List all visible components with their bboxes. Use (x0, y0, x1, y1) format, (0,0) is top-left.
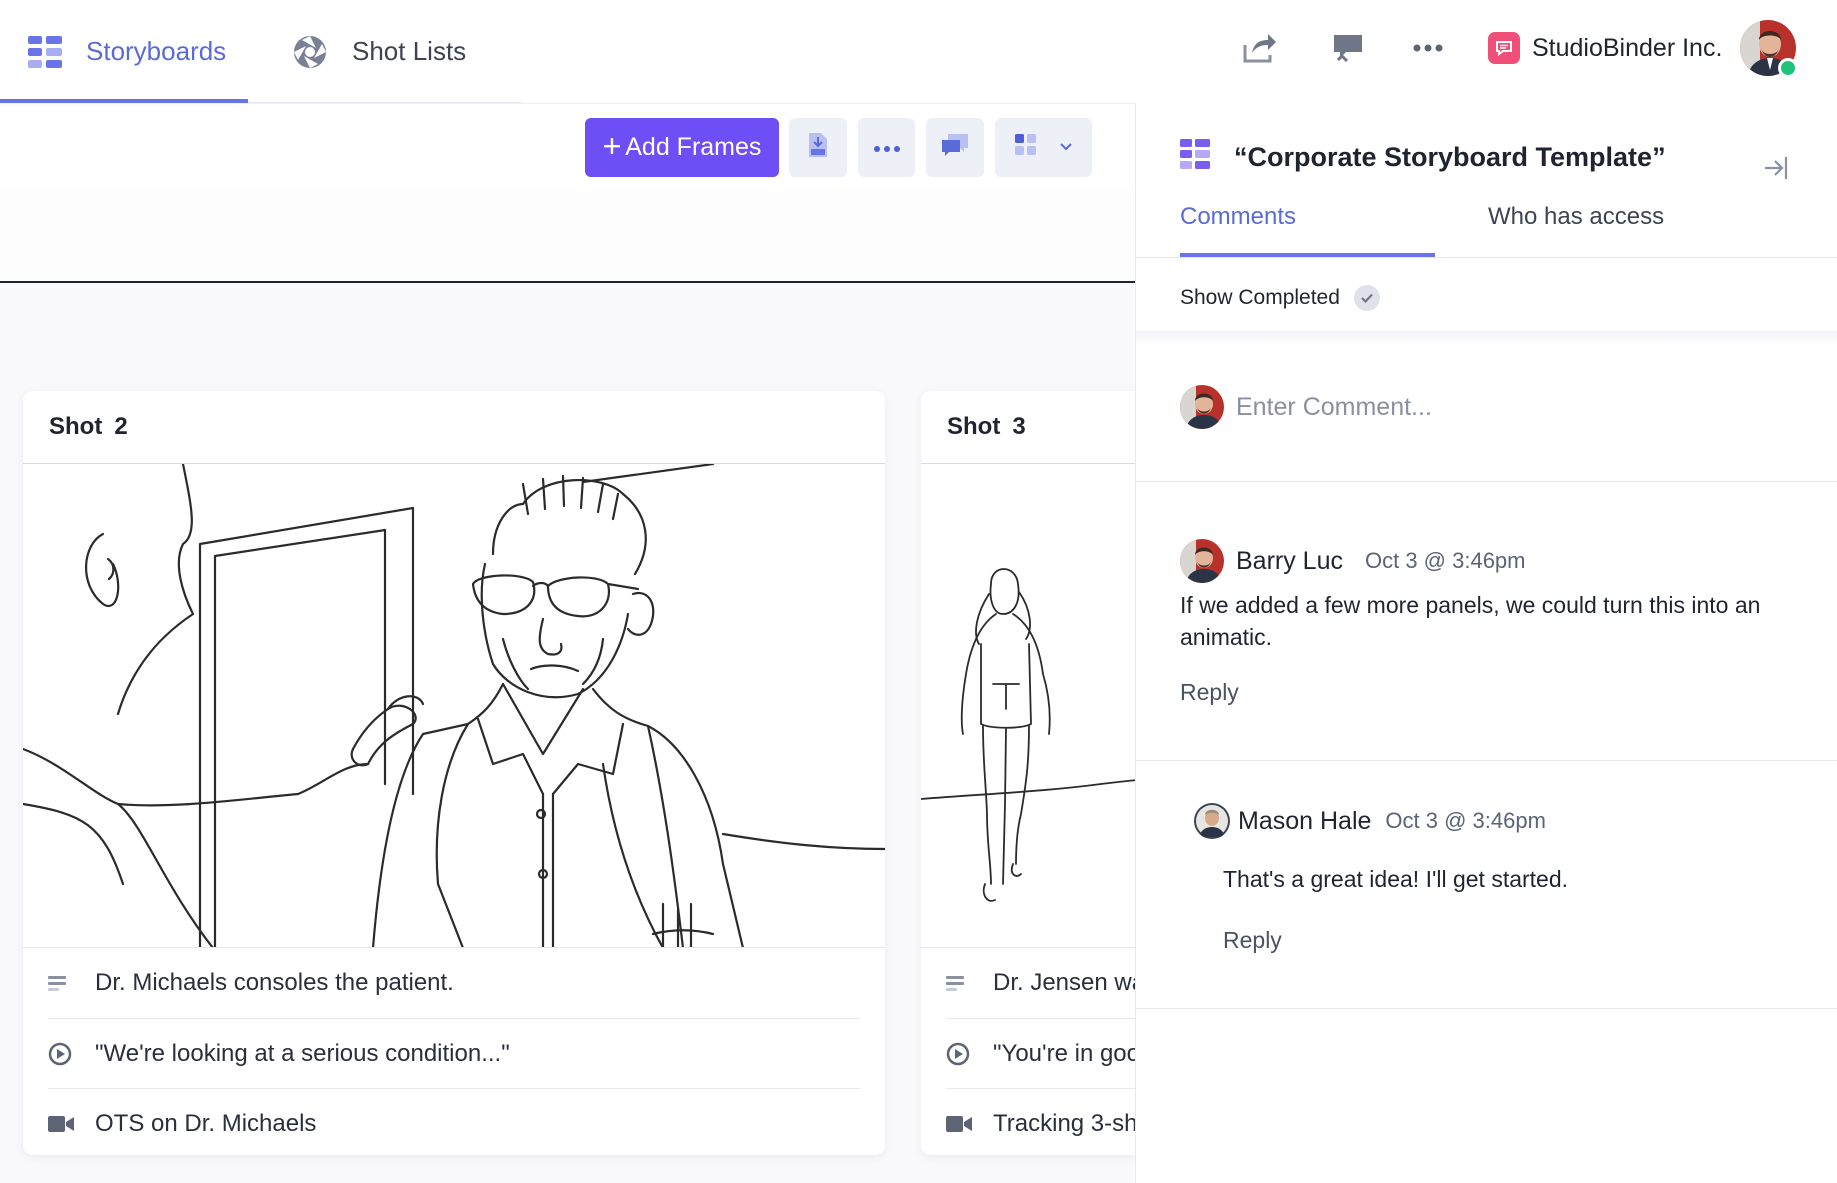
show-completed-toggle[interactable]: Show Completed (1180, 280, 1380, 316)
comment-timestamp: Oct 3 @ 3:46pm (1364, 548, 1526, 573)
shot-camera: OTS on Dr. Michaels (95, 1109, 317, 1137)
shot-label: Shot (49, 413, 103, 440)
comments-panel: “Corporate Storyboard Template” Comments… (1135, 103, 1837, 1183)
comments-icon (940, 132, 970, 163)
tab-who-has-access[interactable]: Who has access (1488, 203, 1664, 259)
tab-comments[interactable]: Comments (1180, 203, 1296, 259)
canvas-header-band (0, 191, 1137, 281)
tab-shot-lists-label: Shot Lists (352, 36, 467, 66)
shot-description: Dr. Jensen wa (993, 969, 1146, 996)
chevron-down-icon (1059, 139, 1073, 157)
shot-camera-row[interactable]: OTS on Dr. Michaels (48, 1088, 860, 1155)
comment-header: Mason Hale Oct 3 @ 3:46pm (1194, 803, 1546, 839)
shot-camera: Tracking 3-sh (993, 1109, 1138, 1137)
download-pdf-button[interactable] (789, 118, 847, 177)
top-navigation: Storyboards Shot Lists StudioBinder Inc. (0, 0, 1837, 103)
comment-timestamp: Oct 3 @ 3:46pm (1385, 808, 1546, 833)
online-status-indicator (1778, 58, 1798, 78)
reply-button[interactable]: Reply (1223, 927, 1282, 954)
share-icon[interactable] (1240, 28, 1280, 68)
comment-text: That's a great idea! I'll get started. (1223, 866, 1569, 892)
comment-composer (1180, 385, 1800, 429)
tab-shot-lists[interactable]: Shot Lists (292, 0, 466, 103)
composer-divider (1136, 481, 1837, 482)
shot-dialogue: "You're in goo (993, 1039, 1140, 1067)
play-icon (48, 1019, 72, 1089)
shot-dialogue: "We're looking at a serious condition...… (95, 1039, 510, 1067)
storyboard-name: “Corporate Storyboard Template” (1234, 142, 1666, 172)
comment-author: Barry Luc (1236, 546, 1343, 575)
comment-author: Mason Hale (1238, 806, 1372, 835)
reply-button[interactable]: Reply (1180, 679, 1239, 706)
collapse-panel-icon[interactable] (1761, 153, 1791, 183)
filter-shadow (1136, 331, 1837, 345)
panel-title: “Corporate Storyboard Template” (1180, 139, 1666, 176)
present-icon[interactable] (1328, 28, 1368, 68)
more-icon (873, 139, 900, 157)
camera-icon (48, 1089, 74, 1155)
camera-icon (946, 1089, 972, 1155)
tab-storyboards[interactable]: Storyboards (28, 0, 226, 103)
tab-who-has-access-label: Who has access (1488, 203, 1665, 230)
shot-description-row[interactable]: Dr. Michaels consoles the patient. (23, 948, 860, 1018)
tab-divider (1136, 257, 1837, 258)
avatar (1180, 385, 1224, 429)
org-name: StudioBinder Inc. (1532, 33, 1723, 62)
toolbar-more-button[interactable] (858, 118, 915, 177)
avatar[interactable] (1180, 539, 1224, 583)
storyboard-toolbar: + Add Frames (0, 103, 1135, 191)
section-divider (0, 281, 1137, 283)
shot-label: Shot (947, 413, 1001, 440)
comment-divider (1136, 760, 1837, 761)
more-icon[interactable] (1408, 28, 1448, 68)
tab-comments-label: Comments (1180, 203, 1297, 230)
shot-header: Shot 2 (23, 391, 885, 464)
tab-storyboards-label: Storyboards (86, 36, 227, 66)
storyboard-grid-icon (28, 35, 62, 68)
comment-input[interactable] (1236, 392, 1736, 422)
comment-divider (1136, 1008, 1837, 1009)
check-icon (1353, 285, 1380, 311)
add-frames-label: Add Frames (625, 133, 762, 161)
add-frames-button[interactable]: + Add Frames (585, 118, 779, 177)
plus-icon: + (602, 128, 622, 164)
play-icon (946, 1019, 970, 1089)
layout-grid-icon (1014, 134, 1037, 161)
description-icon (48, 948, 68, 1018)
show-completed-label: Show Completed (1180, 286, 1340, 309)
storyboard-frame-image[interactable] (23, 464, 885, 948)
layout-dropdown-button[interactable] (995, 118, 1092, 177)
chat-bubble-icon (1488, 32, 1520, 64)
aperture-icon (292, 34, 328, 70)
pdf-download-icon (807, 131, 829, 164)
description-icon (946, 948, 966, 1018)
storyboard-grid-icon (1180, 139, 1210, 176)
avatar[interactable] (1194, 803, 1230, 839)
comment-header: Barry Luc Oct 3 @ 3:46pm (1180, 539, 1526, 583)
shot-number: 3 (1012, 413, 1026, 440)
comment-text: If we added a few more panels, we could … (1180, 592, 1761, 650)
comments-toggle-button[interactable] (926, 118, 984, 177)
shot-number: 2 (114, 413, 128, 440)
shot-dialogue-row[interactable]: "We're looking at a serious condition...… (48, 1018, 860, 1088)
shot-description: Dr. Michaels consoles the patient. (95, 969, 454, 996)
org-switcher[interactable]: StudioBinder Inc. (1488, 30, 1722, 66)
shot-card[interactable]: Shot 2 Dr. Michaels consoles the patient… (23, 391, 885, 1155)
